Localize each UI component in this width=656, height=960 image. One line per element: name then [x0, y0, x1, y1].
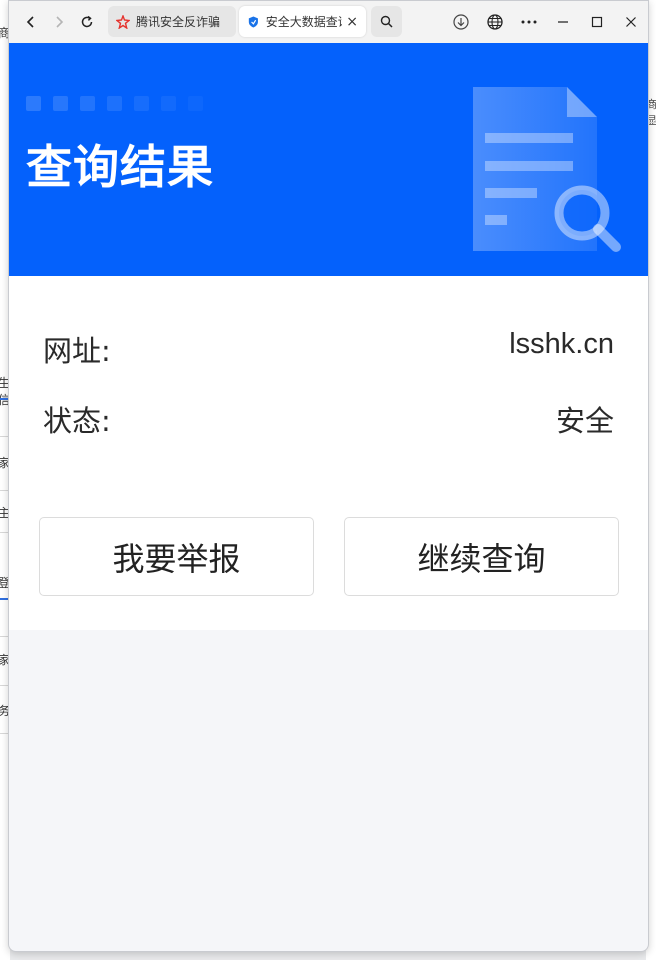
minimize-icon: [558, 21, 568, 23]
result-header-banner: 查询结果: [9, 43, 648, 276]
status-value: 安全: [555, 406, 614, 438]
close-window-button[interactable]: [614, 1, 648, 43]
back-button[interactable]: [17, 8, 45, 36]
page-content: 查询结果 网址: lsshk.cn 状态: 安全 我要举报 继续查询: [9, 43, 648, 951]
search-icon: [380, 15, 393, 28]
shield-icon: [248, 16, 258, 27]
maximize-icon: [591, 16, 603, 28]
continue-query-button[interactable]: 继续查询: [344, 517, 619, 596]
globe-icon: [487, 14, 503, 30]
search-tabs-button[interactable]: [371, 6, 402, 37]
download-icon: [453, 14, 469, 30]
maximize-button[interactable]: [580, 1, 614, 43]
close-icon: [626, 17, 636, 27]
window-controls: [444, 1, 648, 43]
tencent-antifraud-icon: [116, 14, 130, 29]
back-arrow-icon: [26, 16, 34, 28]
url-value: lsshk.cn: [509, 328, 614, 360]
minimize-button[interactable]: [546, 1, 580, 43]
page-title: 查询结果: [26, 140, 214, 194]
report-button[interactable]: 我要举报: [39, 517, 314, 596]
status-row: 状态: 安全: [43, 398, 614, 440]
url-label: 网址:: [43, 334, 111, 368]
decorative-dots: [26, 96, 203, 111]
url-row: 网址: lsshk.cn: [43, 328, 614, 370]
close-tab-button[interactable]: ×: [346, 14, 358, 30]
tab-tencent-antifraud[interactable]: 腾讯安全反诈骗实验室: [108, 6, 236, 37]
tab-security-query[interactable]: 安全大数据查询 ×: [239, 6, 366, 37]
more-menu-button[interactable]: [512, 1, 546, 43]
forward-arrow-icon: [56, 16, 64, 28]
browser-title-bar: 腾讯安全反诈骗实验室 安全大数据查询 ×: [9, 1, 648, 43]
browser-window: 腾讯安全反诈骗实验室 安全大数据查询 ×: [8, 0, 649, 952]
document-search-icon: [473, 87, 621, 252]
refresh-button[interactable]: [73, 8, 101, 36]
result-card: 网址: lsshk.cn 状态: 安全 我要举报 继续查询: [9, 276, 648, 630]
forward-button[interactable]: [45, 8, 73, 36]
refresh-icon: [81, 15, 93, 28]
tab-title: 安全大数据查询: [265, 15, 343, 29]
more-dots-icon: [521, 20, 537, 24]
translate-button[interactable]: [478, 1, 512, 43]
tab-title: 腾讯安全反诈骗实验室: [136, 15, 220, 29]
status-label: 状态:: [43, 404, 111, 438]
downloads-button[interactable]: [444, 1, 478, 43]
